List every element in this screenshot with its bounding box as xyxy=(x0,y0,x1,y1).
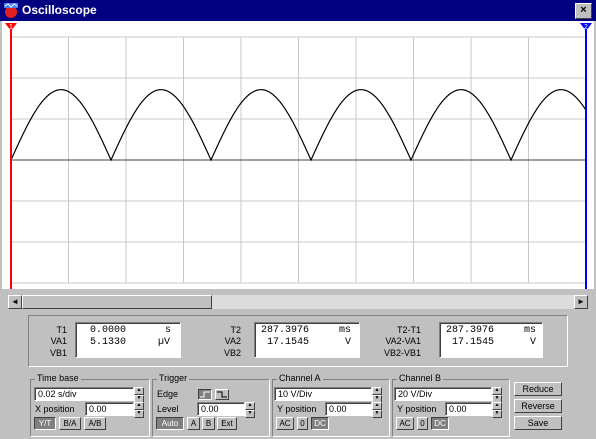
dva-value: 17.1545 xyxy=(452,337,495,348)
channel-a-zero-button[interactable]: 0 xyxy=(297,417,308,430)
va2-unit: V xyxy=(345,337,352,348)
trigger-b-button[interactable]: B xyxy=(202,417,215,430)
channel-b-ac-button[interactable]: AC xyxy=(396,417,414,430)
measurement-readout: T1 VA1 VB1 0.0000 s 5.1330 µV T2 VA2 VB2… xyxy=(28,315,568,367)
horizontal-scrollbar[interactable]: ◄ ► xyxy=(8,295,588,309)
falling-edge-icon[interactable] xyxy=(215,389,229,400)
oscilloscope-app-icon xyxy=(4,3,18,18)
vb1-label: VB1 xyxy=(49,348,67,358)
dva-unit: V xyxy=(530,337,537,348)
va2-label: VA2 xyxy=(224,336,241,346)
dvb-label: VB2-VB1 xyxy=(383,348,421,358)
level-label: Level xyxy=(157,404,179,414)
channel-b-group: Channel B 20 V/Div ▲ ▼ Y position 0.00 ▲ ▼… xyxy=(392,373,510,437)
trigger-group: Trigger Edge Level 0.00 ▲ ▼ Auto A B Ext xyxy=(152,373,270,437)
xpos-field[interactable]: 0.00 xyxy=(85,402,134,416)
xpos-spinner[interactable]: ▲ ▼ xyxy=(134,402,144,418)
mode-ab-button[interactable]: A/B xyxy=(84,417,106,430)
cursor-2-label: 2 xyxy=(584,24,588,31)
scroll-left-arrow-icon[interactable]: ◄ xyxy=(8,295,22,309)
close-button[interactable]: × xyxy=(575,3,592,19)
t2-unit: ms xyxy=(339,325,352,336)
channel-b-scale-spinner[interactable]: ▲ ▼ xyxy=(492,387,502,403)
cursor2-display: 287.3976 ms 17.1545 V xyxy=(254,322,360,358)
dt-label: T2-T1 xyxy=(396,325,421,335)
trigger-auto-button[interactable]: Auto xyxy=(156,417,184,430)
channel-b-ypos-spinner[interactable]: ▲ ▼ xyxy=(492,402,502,418)
channel-a-dc-button[interactable]: DC xyxy=(311,417,329,430)
channel-a-group: Channel A 10 V/Div ▲ ▼ Y position 0.00 ▲ ▼… xyxy=(272,373,390,437)
t1-value: 0.0000 xyxy=(90,325,127,336)
reduce-button[interactable]: Reduce xyxy=(514,382,562,396)
timebase-group: Time base 0.02 s/div ▲ ▼ X position 0.00 … xyxy=(30,373,150,437)
va1-unit: µV xyxy=(158,337,171,348)
trigger-a-button[interactable]: A xyxy=(187,417,200,430)
t1-label: T1 xyxy=(56,325,67,335)
difference-display: 287.3976 ms 17.1545 V xyxy=(439,322,543,358)
t1-unit: s xyxy=(165,325,172,336)
channel-b-dc-button[interactable]: DC xyxy=(431,417,449,430)
dt-value: 287.3976 xyxy=(446,325,495,336)
channel-a-ypos-spinner[interactable]: ▲ ▼ xyxy=(372,402,382,418)
edge-label: Edge xyxy=(157,389,179,399)
level-spinner[interactable]: ▲ ▼ xyxy=(245,402,255,418)
level-field[interactable]: 0.00 xyxy=(197,402,245,416)
scope-screen: 12 xyxy=(2,21,594,289)
t2-value: 287.3976 xyxy=(261,325,310,336)
save-button[interactable]: Save xyxy=(514,416,562,430)
va1-label: VA1 xyxy=(50,336,67,346)
cursor-1-label: 1 xyxy=(9,24,13,31)
channel-b-title: Channel B xyxy=(397,373,444,383)
vb2-label: VB2 xyxy=(223,348,241,358)
trigger-title: Trigger xyxy=(157,373,190,383)
xpos-label: X position xyxy=(35,404,75,414)
channel-a-scale-field[interactable]: 10 V/Div xyxy=(274,387,372,401)
rising-edge-icon[interactable] xyxy=(198,389,212,400)
channel-a-scale-spinner[interactable]: ▲ ▼ xyxy=(372,387,382,403)
channel-b-scale-field[interactable]: 20 V/Div xyxy=(394,387,492,401)
va2-value: 17.1545 xyxy=(267,337,310,348)
scroll-thumb[interactable] xyxy=(22,295,212,309)
timebase-scale-field[interactable]: 0.02 s/div xyxy=(34,387,134,401)
window-title: Oscilloscope xyxy=(22,3,97,17)
channel-a-ac-button[interactable]: AC xyxy=(276,417,294,430)
channel-b-ypos-field[interactable]: 0.00 xyxy=(445,402,492,416)
mode-yt-button[interactable]: Y/T xyxy=(34,417,56,430)
timebase-scale-spinner[interactable]: ▲ ▼ xyxy=(134,387,144,403)
t2-label: T2 xyxy=(230,325,241,335)
channel-a-title: Channel A xyxy=(277,373,323,383)
dt-unit: ms xyxy=(524,325,537,336)
channel-a-ypos-label: Y position xyxy=(277,404,317,414)
channel-b-zero-button[interactable]: 0 xyxy=(417,417,428,430)
channel-a-ypos-field[interactable]: 0.00 xyxy=(325,402,372,416)
reverse-button[interactable]: Reverse xyxy=(514,399,562,413)
cursor1-display: 0.0000 s 5.1330 µV xyxy=(75,322,181,358)
scope-display: 12 xyxy=(5,23,592,289)
scroll-right-arrow-icon[interactable]: ► xyxy=(574,295,588,309)
mode-ba-button[interactable]: B/A xyxy=(59,417,81,430)
va1-value: 5.1330 xyxy=(90,337,127,348)
channel-b-ypos-label: Y position xyxy=(397,404,437,414)
trigger-ext-button[interactable]: Ext xyxy=(217,417,237,430)
timebase-title: Time base xyxy=(35,373,81,383)
dva-label: VA2-VA1 xyxy=(385,336,421,346)
title-bar: Oscilloscope × xyxy=(0,0,596,21)
